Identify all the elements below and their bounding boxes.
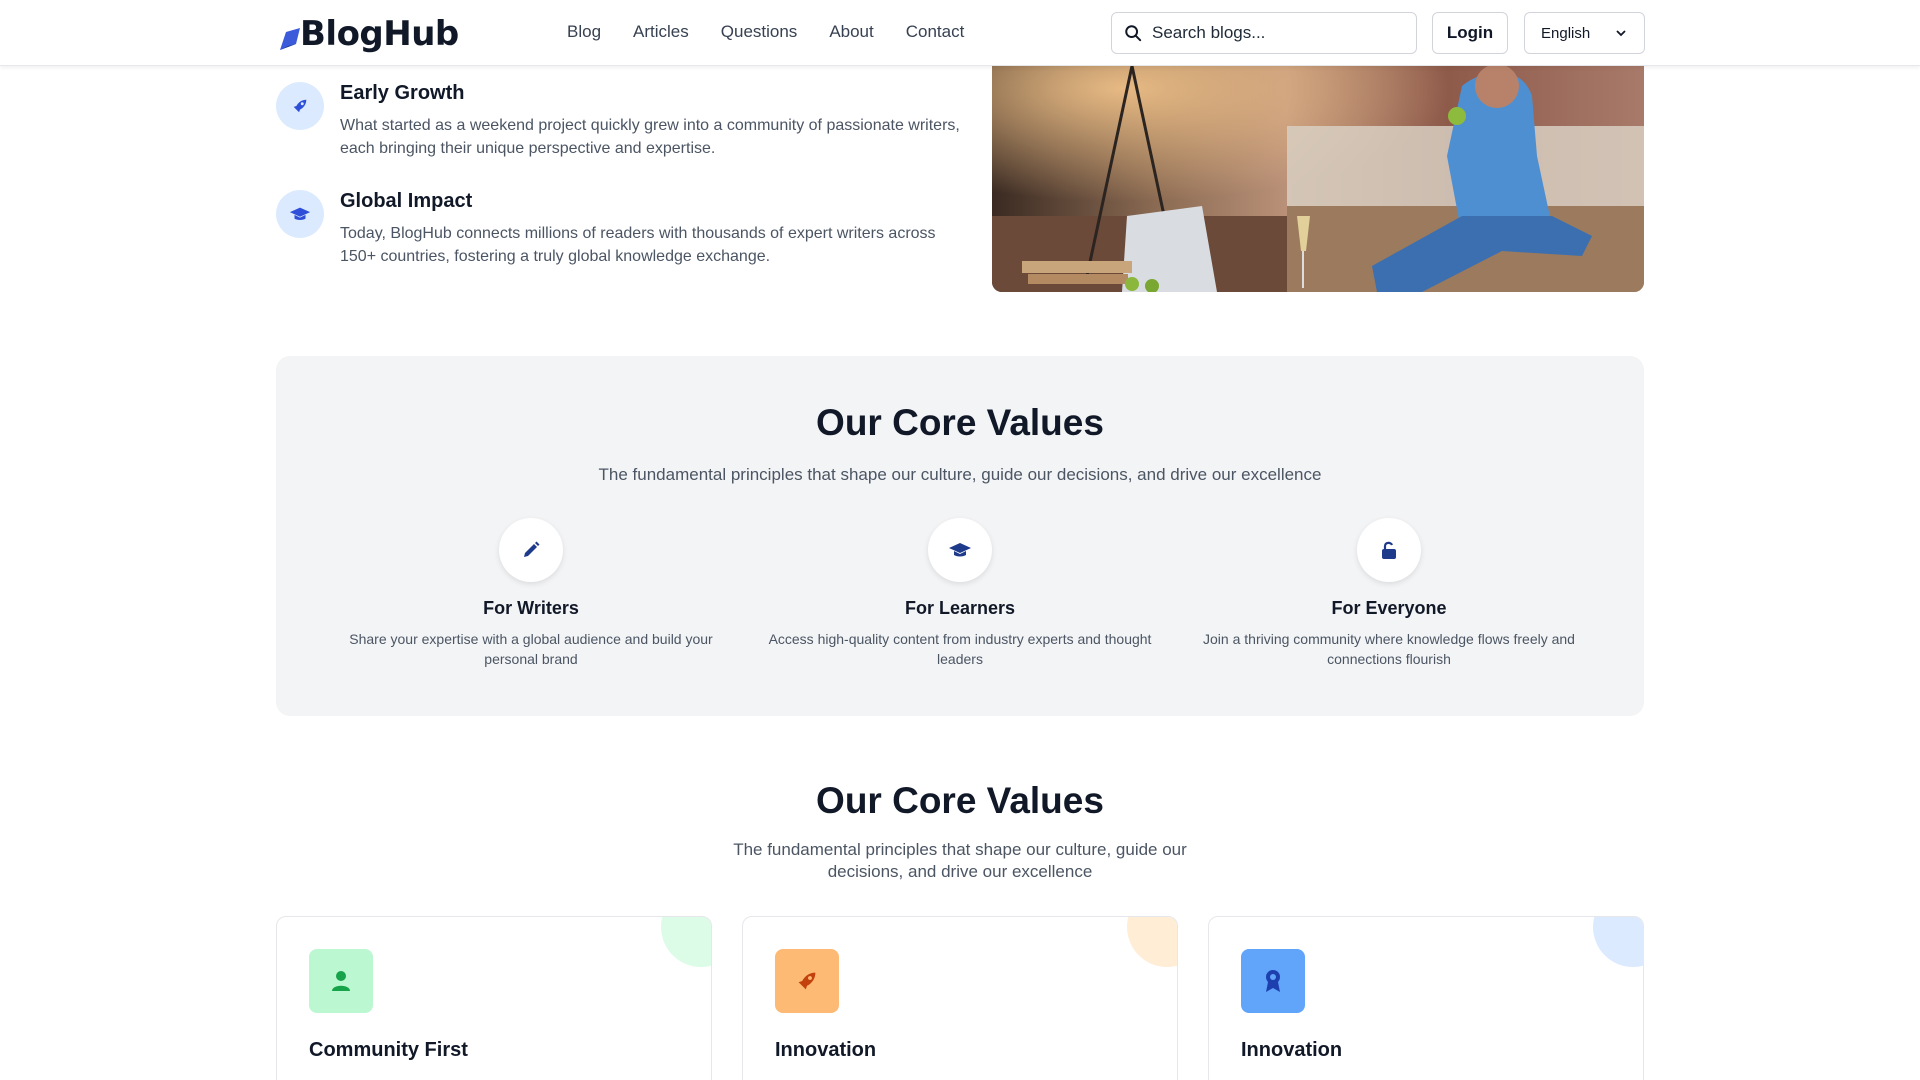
- nav-articles[interactable]: Articles: [633, 22, 689, 42]
- section-title: Our Core Values: [816, 402, 1104, 443]
- value-title: For Writers: [483, 598, 579, 618]
- hero-photo: [992, 66, 1644, 292]
- language-value: English: [1541, 24, 1591, 42]
- unlock-icon: [1357, 518, 1421, 582]
- timeline-desc: What started as a weekend project quickl…: [340, 117, 960, 157]
- value-card: Innovation: [1208, 916, 1644, 1080]
- section-subtitle: The fundamental principles that shape ou…: [733, 840, 1187, 859]
- timeline-title: Global Impact: [340, 190, 473, 212]
- rocket-icon: [276, 82, 324, 130]
- card-title: Innovation: [775, 1039, 877, 1061]
- search-box: [1111, 12, 1417, 54]
- graduation-cap-icon: [928, 518, 992, 582]
- value-title: For Everyone: [1331, 598, 1447, 618]
- nav-about[interactable]: About: [829, 22, 873, 42]
- timeline-desc: Today, BlogHub connects millions of read…: [340, 225, 936, 265]
- value-card: Innovation: [742, 916, 1178, 1080]
- section-subtitle: The fundamental principles that shape ou…: [598, 465, 1322, 484]
- section-subtitle: decisions, and drive our excellence: [827, 862, 1093, 881]
- value-desc: Join a thriving community where knowledg…: [1203, 631, 1575, 667]
- language-select[interactable]: English: [1524, 12, 1645, 54]
- decorative-blob: [661, 917, 711, 967]
- value-desc: Share your expertise with a global audie…: [349, 631, 713, 667]
- value-card: Community First: [276, 916, 712, 1080]
- value-item: For Everyone Join a thriving community w…: [1184, 518, 1594, 669]
- main-nav: Blog Articles Questions About Contact: [567, 22, 996, 42]
- search-icon: [1125, 25, 1142, 42]
- rocket-icon: [775, 949, 839, 1013]
- award-icon: [1241, 949, 1305, 1013]
- logo[interactable]: BlogHub: [276, 12, 459, 56]
- logo-icon: [280, 28, 300, 50]
- timeline-title: Early Growth: [340, 82, 465, 104]
- pencil-icon: [499, 518, 563, 582]
- value-item: For Learners Access high-quality content…: [755, 518, 1165, 669]
- card-title: Innovation: [1241, 1039, 1343, 1061]
- value-item: For Writers Share your expertise with a …: [326, 518, 736, 669]
- login-button[interactable]: Login: [1432, 12, 1508, 54]
- user-icon: [309, 949, 373, 1013]
- nav-contact[interactable]: Contact: [906, 22, 965, 42]
- decorative-blob: [1127, 917, 1177, 967]
- section-title: Our Core Values: [816, 780, 1104, 821]
- chevron-down-icon: [1616, 30, 1626, 37]
- logo-text: BlogHub: [300, 14, 459, 54]
- decorative-blob: [1593, 917, 1643, 967]
- graduation-cap-icon: [276, 190, 324, 238]
- value-title: For Learners: [904, 598, 1016, 618]
- nav-blog[interactable]: Blog: [567, 22, 601, 42]
- search-input[interactable]: [1152, 23, 1392, 43]
- top-navbar: BlogHub Blog Articles Questions About Co…: [0, 0, 1920, 66]
- value-desc: Access high-quality content from industr…: [768, 631, 1152, 667]
- card-title: Community First: [309, 1039, 468, 1061]
- nav-questions[interactable]: Questions: [721, 22, 798, 42]
- core-values-panel: Our Core Values The fundamental principl…: [276, 356, 1644, 716]
